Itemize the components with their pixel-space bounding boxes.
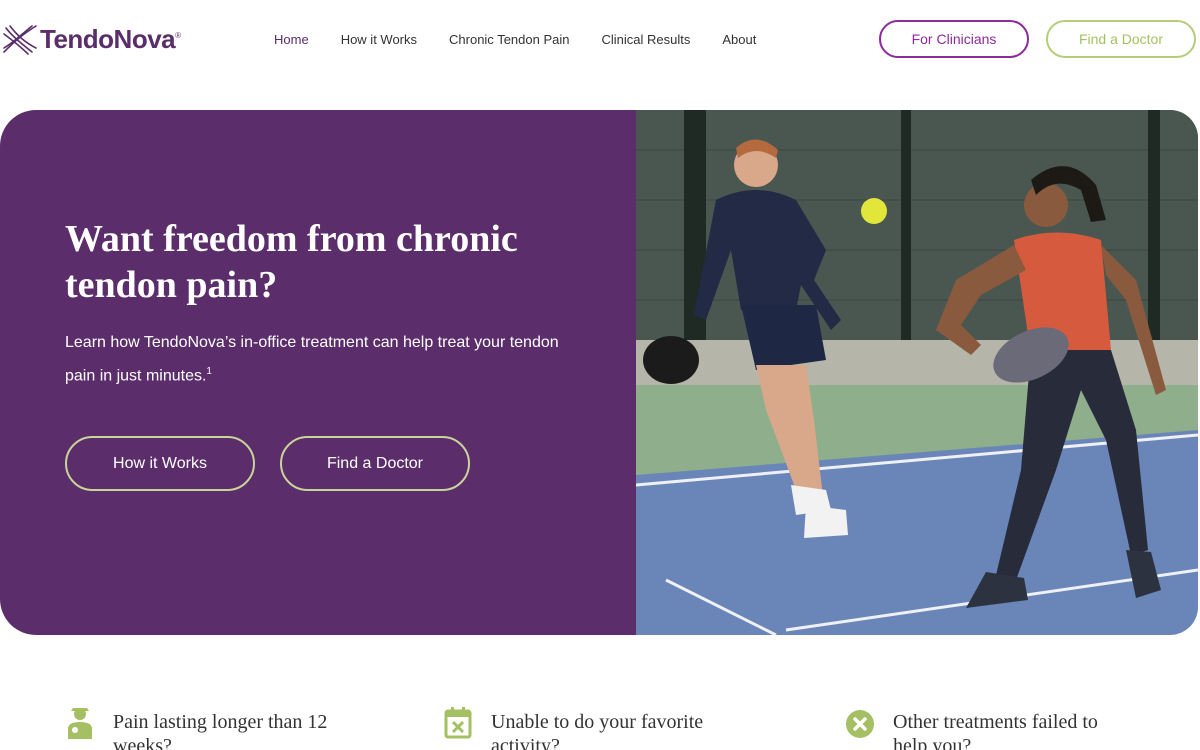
site-header: TendoNova ® Home How it Works Chronic Te… xyxy=(0,0,1200,80)
nav-home[interactable]: Home xyxy=(274,32,309,47)
feature-text: Unable to do your favorite activity? xyxy=(491,711,704,750)
hero-panel: Want freedom from chronic tendon pain? L… xyxy=(0,110,636,635)
logo-mark-icon xyxy=(3,25,37,55)
feature-text: Pain lasting longer than 12 weeks? xyxy=(113,711,328,750)
x-circle-icon xyxy=(846,710,874,738)
registered-mark: ® xyxy=(175,30,182,40)
feature-item: Other treatments failed to help you? xyxy=(845,705,1123,750)
find-doctor-hero-button[interactable]: Find a Doctor xyxy=(280,436,470,491)
feature-item: Pain lasting longer than 12 weeks? xyxy=(65,705,343,750)
feature-item: Unable to do your favorite activity? xyxy=(443,705,721,750)
hero-title: Want freedom from chronic tendon pain? xyxy=(65,218,518,306)
symptom-features: Pain lasting longer than 12 weeks? Unabl… xyxy=(0,705,1200,750)
brand-name: TendoNova xyxy=(40,23,176,54)
brand-logo[interactable]: TendoNova ® xyxy=(2,22,181,56)
calendar-x-icon xyxy=(444,707,472,739)
hero-subtitle: Learn how TendoNova’s in-office treatmen… xyxy=(65,328,565,390)
find-doctor-header-button[interactable]: Find a Doctor xyxy=(1046,20,1196,58)
feature-text: Other treatments failed to help you? xyxy=(893,711,1098,750)
nav-about[interactable]: About xyxy=(722,32,756,47)
nav-chronic-tendon-pain[interactable]: Chronic Tendon Pain xyxy=(449,32,569,47)
main-nav: Home How it Works Chronic Tendon Pain Cl… xyxy=(274,32,788,47)
pickleball-players-photo xyxy=(636,110,1198,635)
person-pain-icon xyxy=(68,708,92,739)
nav-clinical-results[interactable]: Clinical Results xyxy=(601,32,690,47)
nav-how-it-works[interactable]: How it Works xyxy=(341,32,417,47)
footnote-ref[interactable]: 1 xyxy=(206,366,212,377)
hero-subtitle-text: Learn how TendoNova’s in-office treatmen… xyxy=(65,334,559,385)
hero-section: Want freedom from chronic tendon pain? L… xyxy=(0,110,1198,635)
for-clinicians-button[interactable]: For Clinicians xyxy=(879,20,1029,58)
how-it-works-button[interactable]: How it Works xyxy=(65,436,255,491)
